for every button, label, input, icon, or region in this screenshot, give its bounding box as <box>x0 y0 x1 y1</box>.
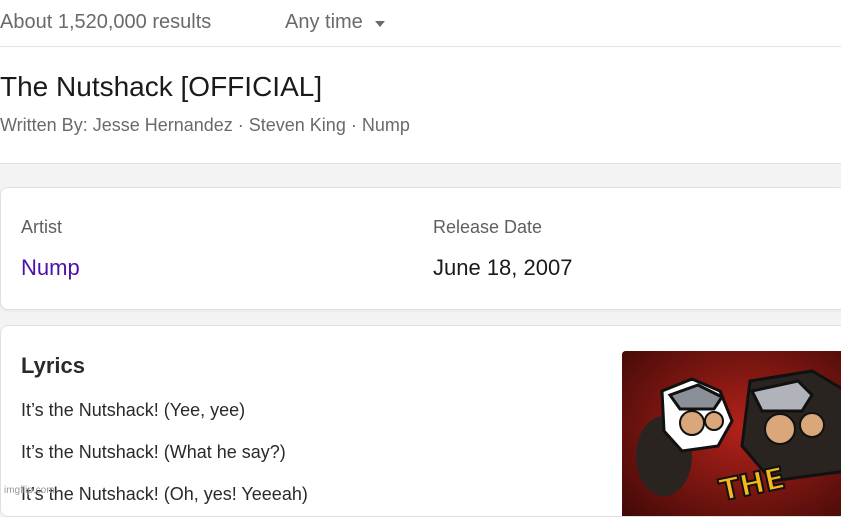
time-filter-label: Any time <box>285 11 363 33</box>
artist-label: Artist <box>21 217 63 237</box>
lyric-line: It’s the Nutshack! (Oh, yes! Yeeeah) <box>21 484 308 504</box>
lyric-line: It’s the Nutshack! (Yee, yee) <box>21 400 246 420</box>
album-art-image[interactable]: THE <box>622 351 841 516</box>
song-info-card: Artist Nump Release Date June 18, 2007 <box>0 187 841 310</box>
release-date-label: Release Date <box>433 217 543 237</box>
chevron-down-icon <box>374 20 385 27</box>
watermark: imgflip.com <box>4 485 55 496</box>
lyrics-heading: Lyrics <box>21 353 86 378</box>
lyric-line: It’s the Nutshack! (What he say?) <box>21 442 286 462</box>
lyrics-card: Lyrics It’s the Nutshack! (Yee, yee) It’… <box>0 325 841 517</box>
artist-link[interactable]: Nump <box>21 255 80 281</box>
search-tools-bar: About 1,520,000 results Any time <box>0 0 841 47</box>
album-art-illustration: THE <box>622 351 841 516</box>
results-count: About 1,520,000 results <box>0 11 212 33</box>
song-writers: Written By: Jesse Hernandez · Steven Kin… <box>0 115 410 135</box>
song-header: The Nutshack [OFFICIAL] Written By: Jess… <box>0 47 841 164</box>
time-filter-dropdown[interactable]: Any time <box>285 11 385 34</box>
release-date-value: June 18, 2007 <box>433 255 573 280</box>
song-title: The Nutshack [OFFICIAL] <box>0 71 323 102</box>
